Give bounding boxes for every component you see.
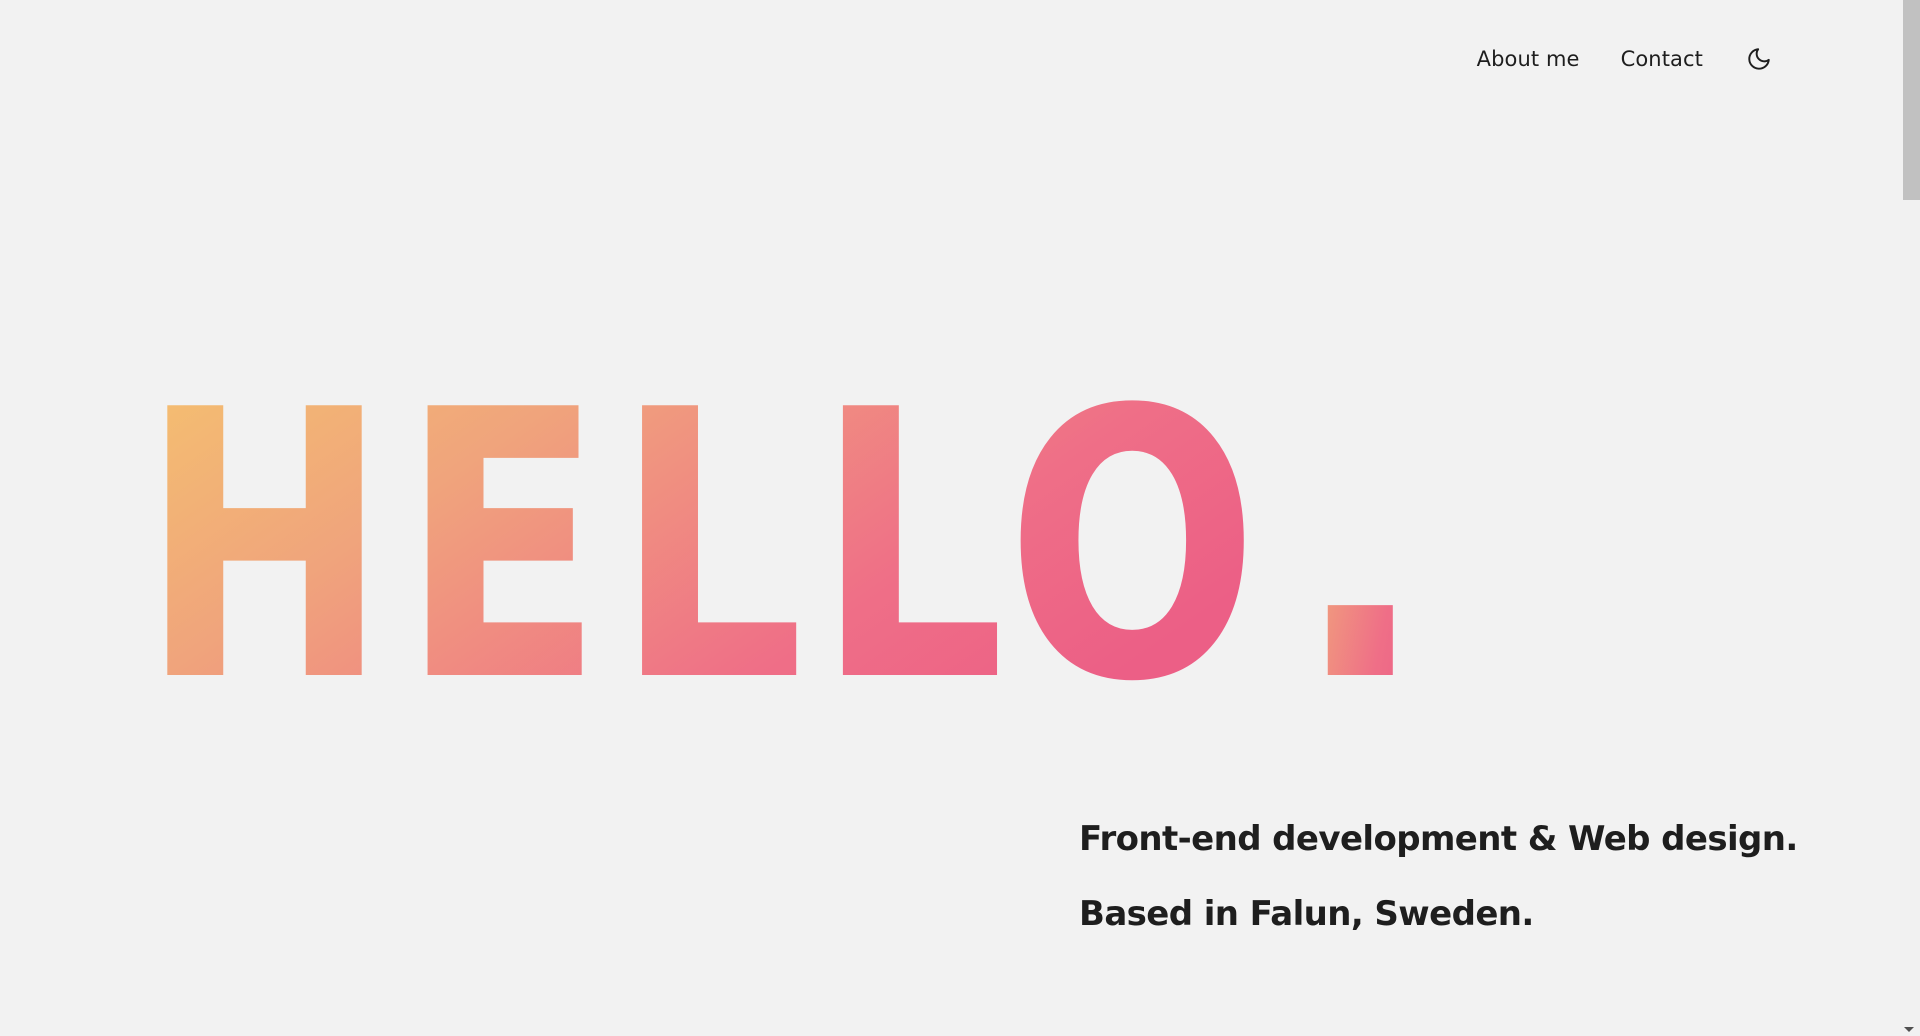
hero-word: HELLO [140, 333, 1270, 763]
hero-dot: . [1290, 333, 1445, 763]
tagline-line-services: Front-end development & Web design. [1079, 819, 1798, 859]
hero-heading: HELLO . [140, 333, 1440, 763]
tagline: Front-end development & Web design. Base… [1079, 802, 1839, 952]
page: About me Contact HELLO . Front-end devel… [0, 0, 1900, 1036]
nav-link-contact[interactable]: Contact [1621, 44, 1703, 74]
nav-link-about-me[interactable]: About me [1477, 44, 1580, 74]
scroll-down-arrow-icon[interactable] [1904, 1027, 1914, 1032]
moon-icon [1748, 48, 1770, 70]
scrollbar-thumb[interactable] [1903, 0, 1920, 200]
tagline-line-location: Based in Falun, Sweden. [1079, 894, 1534, 934]
vertical-scrollbar[interactable] [1900, 0, 1920, 1036]
theme-toggle-button[interactable] [1744, 44, 1774, 74]
hero-heading-graphic: HELLO . [140, 333, 1431, 763]
top-nav: About me Contact [1477, 44, 1774, 74]
